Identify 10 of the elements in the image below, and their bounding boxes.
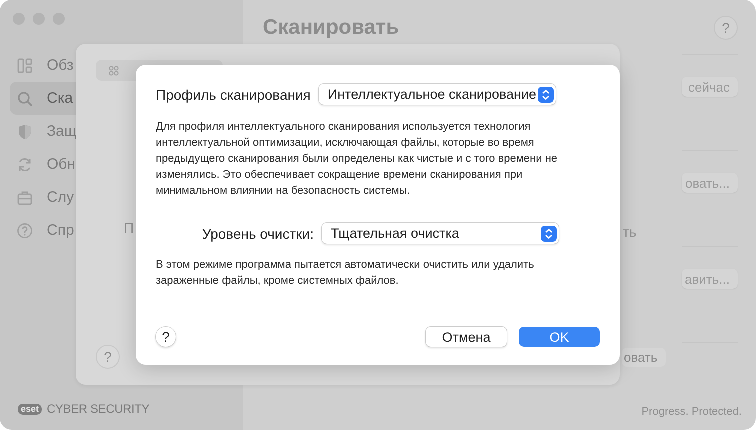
label-text: П: [124, 220, 134, 236]
field-label: Профиль сканирования: [156, 86, 311, 102]
description-text: В этом режиме программа пытается автоматически очистить или удалить зараженные файлы, кроме системных файлов.: [156, 258, 536, 289]
brand-name: CYBER SECURITY: [47, 402, 150, 416]
footer-slogan: Progress. Protected.: [642, 406, 742, 418]
field-label: Уровень очистки:: [201, 226, 314, 242]
description-text: Для профиля интеллектуального сканирования используется технология интеллектуальной оптимизации, исключающая файлы, которые во время предыдущего сканирования были определены как чистые и с того времени не изменялись. Это обеспечивает сокращение времени сканирования при минимальном влиянии на безопасность системы.: [156, 120, 559, 199]
page-title: Сканировать: [263, 16, 400, 40]
label-text: ть: [623, 224, 637, 240]
brand-logo: eset: [18, 404, 42, 414]
